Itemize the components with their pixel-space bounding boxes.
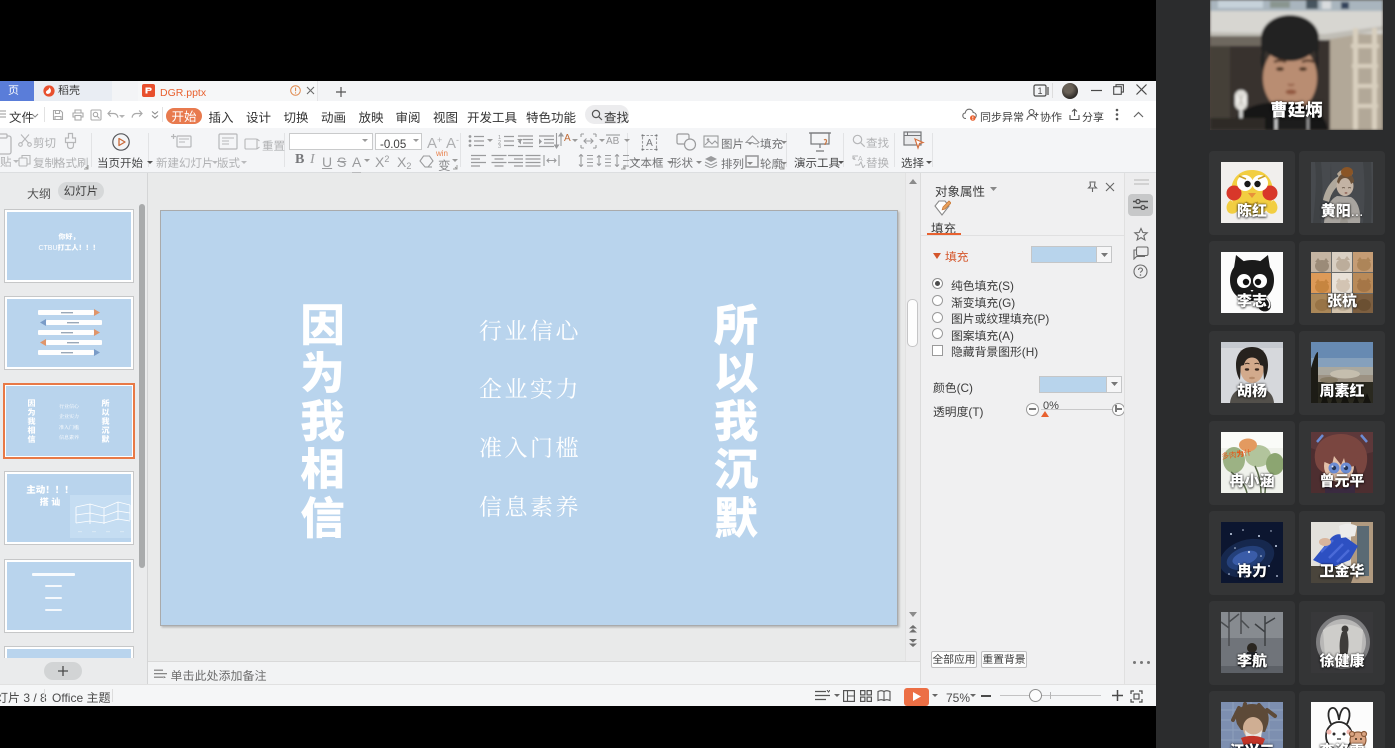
svg-text:1: 1 (1037, 86, 1042, 96)
svg-text:AB: AB (606, 136, 620, 147)
svg-text:A: A (564, 133, 571, 144)
svg-text:A: A (646, 138, 653, 149)
svg-text:3: 3 (498, 144, 501, 148)
